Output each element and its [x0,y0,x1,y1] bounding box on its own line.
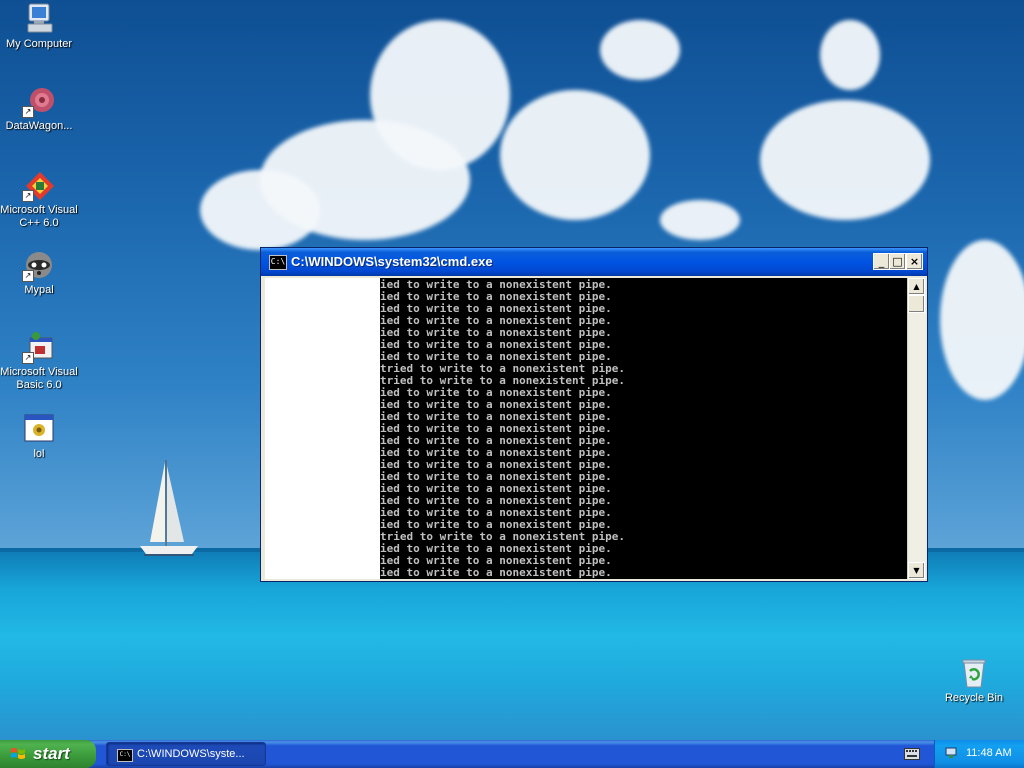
window-title: C:\WINDOWS\system32\cmd.exe [291,254,493,269]
shortcut-arrow-icon: ↗ [22,270,34,282]
windows-logo-icon [11,748,25,759]
cloud [200,170,320,250]
cloud [500,90,650,220]
recycle-bin-icon [957,656,991,690]
taskbar-button-cmd[interactable]: C:\ C:\WINDOWS\syste... [106,742,266,766]
console-line: ied to write to a nonexistent pipe. [380,566,612,579]
console-text: ied to write to a nonexistent pipe. ied t… [380,279,625,579]
vertical-scrollbar[interactable]: ▲ ▼ [907,278,926,579]
desktop-icon-my-computer[interactable]: My Computer [0,2,79,51]
shortcut-arrow-icon: ↗ [22,352,34,364]
mypal-raccoon-icon: ↗ [22,248,56,282]
cloud [600,20,680,80]
cloud [370,20,510,170]
desktop-icon-label: Microsoft Visual C++ 6.0 [0,204,78,229]
window-client-area: ied to write to a nonexistent pipe. ied t… [265,278,926,579]
system-tray: 11:48 AM [934,740,1024,768]
console-app-icon: C:\ [117,749,133,762]
desktop-icon-label: My Computer [5,38,73,50]
close-button[interactable]: × [906,253,923,270]
visual-basic-icon: ↗ [22,330,56,364]
taskbar: start C:\ C:\WINDOWS\syste... 11:48 AM [0,740,1024,768]
desktop-icon-label: Microsoft Visual Basic 6.0 [0,366,78,391]
minimize-button[interactable]: _ [873,253,890,270]
keyboard-icon[interactable] [904,748,920,760]
desktop-icon-mypal[interactable]: ↗ Mypal [0,248,79,297]
cloud [940,240,1024,400]
start-label: start [33,744,70,763]
application-window-icon [22,412,56,446]
scroll-down-button[interactable]: ▼ [908,562,925,579]
scroll-thumb[interactable] [908,295,925,313]
maximize-button[interactable]: □ [889,253,906,270]
console-output[interactable]: ied to write to a nonexistent pipe. ied t… [380,278,907,579]
my-computer-icon [22,2,56,36]
desktop-icon-visual-basic[interactable]: ↗ Microsoft Visual Basic 6.0 [0,330,79,392]
network-tray-icon[interactable] [944,746,958,760]
start-button[interactable]: start [0,740,96,768]
cloud [760,100,930,220]
cmd-window[interactable]: C:\ C:\WINDOWS\system32\cmd.exe _ □ × ie… [260,247,928,582]
desktop-icon-visual-cpp[interactable]: ↗ Microsoft Visual C++ 6.0 [0,168,79,230]
window-titlebar[interactable]: C:\ C:\WINDOWS\system32\cmd.exe _ □ × [261,248,927,276]
cloud [820,20,880,90]
visual-cpp-icon: ↗ [22,168,56,202]
cloud [660,200,740,240]
desktop-icon-label: Recycle Bin [944,692,1004,704]
shortcut-arrow-icon: ↗ [22,106,34,118]
taskbar-button-label: C:\WINDOWS\syste... [137,748,245,760]
desktop-icon-datawagon[interactable]: ↗ DataWagon... [0,84,79,133]
desktop-icon-label: DataWagon... [5,120,73,132]
desktop-icon-recycle-bin[interactable]: Recycle Bin [934,656,1014,705]
clock: 11:48 AM [966,747,1012,759]
sailboat [140,460,198,556]
shortcut-arrow-icon: ↗ [22,190,34,202]
datawagon-icon: ↗ [22,84,56,118]
desktop-icon-lol[interactable]: lol [0,412,79,461]
scroll-up-button[interactable]: ▲ [908,278,925,295]
desktop-icon-label: lol [33,448,45,460]
console-app-icon: C:\ [269,255,287,270]
desktop-icon-label: Mypal [24,284,54,296]
